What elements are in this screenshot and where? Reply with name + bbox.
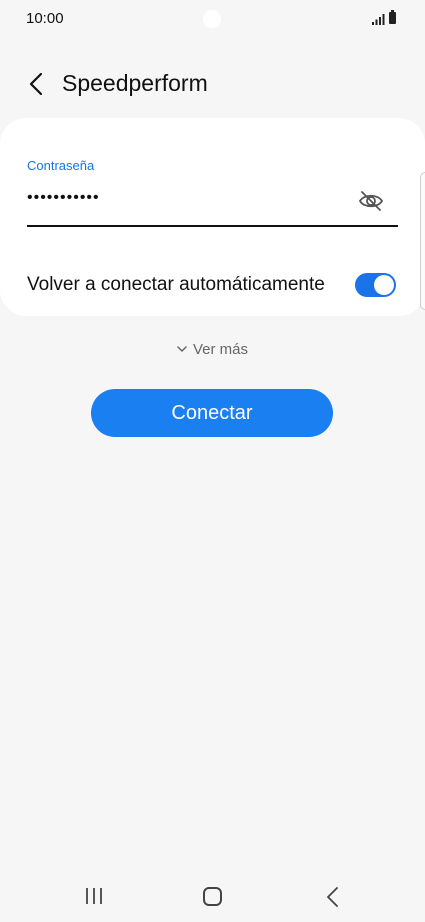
page-title: Speedperform — [62, 70, 208, 96]
status-time: 10:00 — [26, 10, 64, 27]
screen: 10:00 Speedperform Contraseña ••••••••••… — [0, 0, 425, 922]
home-icon[interactable] — [203, 887, 222, 906]
auto-reconnect-label: Volver a conectar automáticamente — [27, 274, 325, 295]
chevron-left-icon — [29, 72, 43, 96]
toggle-knob — [374, 275, 394, 295]
chevron-down-icon — [177, 346, 187, 352]
nav-back-button[interactable] — [324, 886, 340, 908]
battery-icon — [389, 10, 396, 24]
password-input[interactable] — [27, 184, 347, 212]
recents-icon — [86, 888, 102, 904]
eye-off-icon — [358, 191, 384, 211]
back-icon — [327, 887, 338, 907]
camera-cutout — [203, 10, 221, 28]
signal-icon — [372, 12, 386, 30]
app-header: Speedperform — [0, 60, 425, 108]
network-settings-card: Contraseña Volver a conectar automáticam… — [0, 118, 425, 316]
connect-button[interactable]: Conectar — [91, 389, 333, 437]
navigation-bar — [0, 872, 425, 920]
password-underline — [27, 225, 398, 227]
show-more-label: Ver más — [192, 340, 249, 358]
show-more-link[interactable]: Ver más — [0, 340, 425, 358]
password-label: Contraseña — [27, 158, 95, 173]
recents-button[interactable] — [84, 887, 104, 905]
auto-reconnect-toggle[interactable] — [355, 273, 396, 297]
scroll-indicator[interactable] — [420, 172, 425, 310]
toggle-password-visibility-button[interactable] — [356, 188, 386, 214]
status-bar: 10:00 — [0, 0, 425, 38]
back-button[interactable] — [22, 68, 54, 100]
